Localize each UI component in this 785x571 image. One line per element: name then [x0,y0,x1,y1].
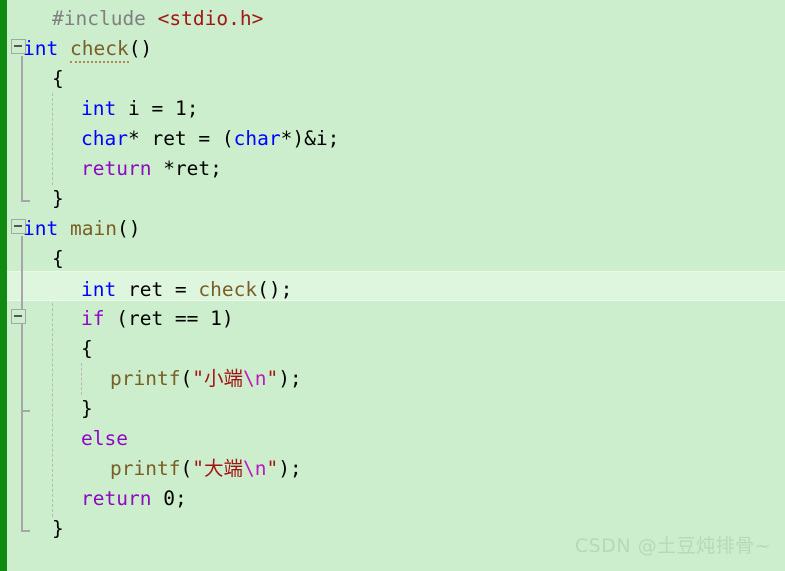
code-token-pre: #include [52,7,158,30]
code-line[interactable]: } [0,181,785,211]
code-token-plain: } [52,187,64,210]
code-token-number: 1 [210,307,222,330]
code-token-keyword: int [81,97,117,120]
code-token-func: check [198,278,258,301]
outlining-gutter[interactable] [7,0,37,571]
code-line[interactable]: int check() [0,31,785,63]
code-token-header: <stdio.h> [157,7,264,30]
code-token-ctrl: return [81,157,152,180]
code-token-escape: \n [242,457,267,480]
code-token-plain: ret = [116,278,199,301]
code-token-keyword: char [81,127,128,150]
code-token-ctrl: else [81,427,128,450]
fold-region-end [21,410,30,412]
code-token-string: "大端 [192,457,243,480]
collapse-minus-icon[interactable] [11,39,26,54]
fold-region-line [21,56,23,200]
code-editor-window[interactable]: #include <stdio.h> int check(){int i = 1;… [0,0,785,571]
code-token-keyword: int [81,278,117,301]
code-token-escape: \n [242,367,267,390]
code-token-plain: *ret; [151,157,222,180]
code-token-ctrl: if [81,307,105,330]
code-line[interactable]: { [0,331,785,361]
code-token-plain: (); [257,278,293,301]
code-token-plain: } [81,397,93,420]
collapse-minus-icon[interactable] [11,219,26,234]
collapse-minus-icon[interactable] [11,309,26,324]
code-text-area[interactable]: #include <stdio.h> int check(){int i = 1;… [0,0,785,571]
code-token-plain: ) [221,307,234,330]
code-token-plain: { [52,247,64,270]
code-token-func: printf [110,367,181,390]
code-token-plain: i = [116,97,175,120]
code-token-plain: } [52,517,64,540]
code-line[interactable]: } [0,391,785,421]
code-token-plain: ( [180,367,193,390]
code-token-string: " [266,457,279,480]
code-token-plain: ; [186,97,199,120]
code-token-string: "小端 [192,367,243,390]
code-token-string: " [266,367,279,390]
code-token-plain: (ret == [104,307,211,330]
code-line[interactable]: printf("小端\n"); [0,361,785,391]
code-line[interactable]: if (ret == 1) [0,301,785,331]
code-token-number: 0 [163,487,175,510]
code-token-keyword: char [233,127,281,150]
fold-region-line [21,236,23,530]
code-token-plain: * ret = ( [127,127,234,150]
code-token-func: main [69,217,117,240]
code-line[interactable]: { [0,61,785,91]
code-token-plain: { [81,337,93,360]
code-token-number: 1 [174,97,187,120]
code-line-current[interactable]: int ret = check(); [0,271,785,301]
unsaved-changes-indicator-bar [0,0,7,571]
code-token-plain: () [128,37,153,60]
code-token-plain: ); [278,367,302,390]
code-line[interactable]: #include <stdio.h> [0,1,785,31]
code-line[interactable]: printf("大端\n"); [0,451,785,481]
csdn-watermark: CSDN @土豆炖排骨~ [574,535,771,557]
code-line[interactable]: char* ret = (char*)&i; [0,121,785,151]
fold-region-end [21,200,30,202]
fold-region-end [21,530,30,532]
code-token-plain: () [116,217,141,240]
code-token-plain: *)&i; [280,127,340,150]
code-line[interactable]: else [0,421,785,451]
code-token-plain: ); [278,457,302,480]
code-token-func: printf [110,457,181,480]
code-token-ctrl: return [81,487,152,510]
code-token-plain: { [52,67,64,90]
code-token-func: check [69,37,129,63]
code-token-plain: ; [174,487,187,510]
code-line[interactable]: return *ret; [0,151,785,181]
code-line[interactable]: { [0,241,785,271]
code-line[interactable]: int i = 1; [0,91,785,121]
code-token-plain: ( [180,457,193,480]
code-line[interactable]: return 0; [0,481,785,511]
code-line[interactable]: int main() [0,211,785,241]
